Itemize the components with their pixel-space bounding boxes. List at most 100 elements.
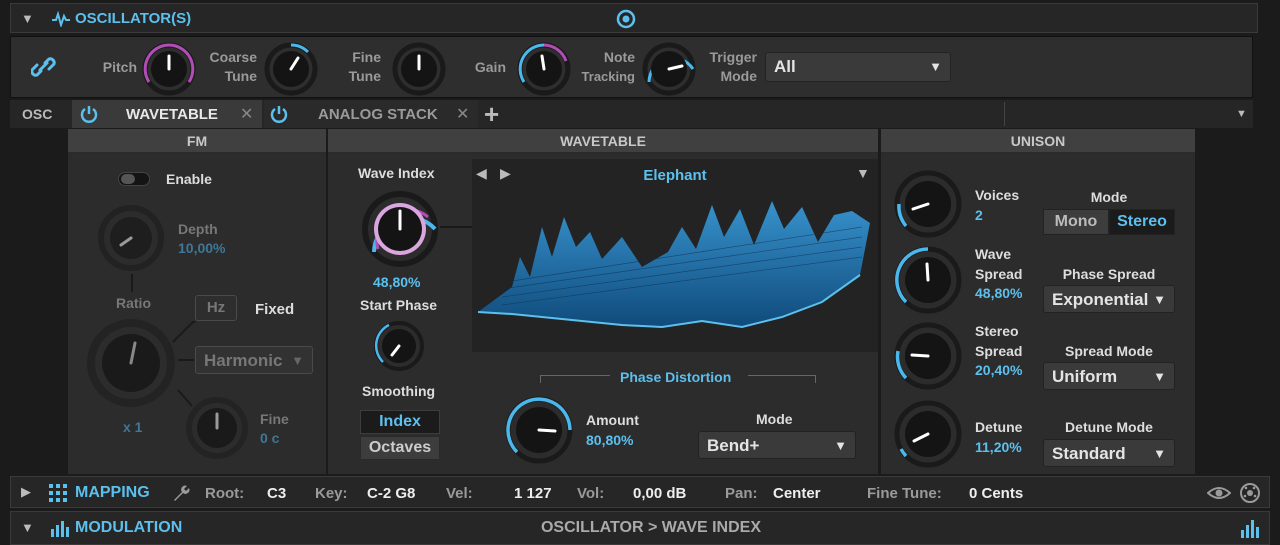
eye-icon[interactable]	[1207, 485, 1231, 501]
gain-label: Gain	[474, 59, 506, 75]
pd-amount-value: 80,80%	[586, 432, 634, 448]
wave-spread-knob[interactable]	[893, 245, 963, 315]
note-tracking-label: Note Tracking	[581, 49, 635, 84]
vol-value[interactable]: 0,00 dB	[633, 485, 686, 502]
collapse-triangle-icon[interactable]: ▼	[21, 11, 34, 26]
vel-value[interactable]: 1 127	[514, 485, 552, 502]
fm-connector-line	[131, 274, 133, 292]
chevron-down-icon: ▼	[834, 438, 847, 453]
coarse-tune-knob[interactable]	[263, 41, 319, 97]
gain-knob[interactable]	[516, 41, 572, 97]
fine-tune-map-label: Fine Tune:	[867, 485, 942, 502]
prev-wavetable-icon[interactable]: ◀	[476, 165, 487, 182]
link-icon[interactable]	[31, 55, 57, 79]
fm-ratio-knob[interactable]	[86, 318, 176, 408]
fine-tune-label: Fine Tune	[348, 49, 381, 84]
close-icon[interactable]: ✕	[240, 104, 253, 124]
start-phase-label: Start Phase	[360, 297, 438, 313]
stereo-spread-knob[interactable]	[893, 321, 963, 391]
root-value[interactable]: C3	[267, 485, 286, 502]
fm-harmonic-dropdown[interactable]: Harmonic ▼	[195, 346, 313, 374]
fm-fine-knob[interactable]	[184, 395, 250, 461]
fine-tune-knob[interactable]	[391, 41, 447, 97]
collapse-triangle-icon[interactable]: ▼	[21, 520, 34, 535]
power-icon[interactable]	[80, 105, 98, 123]
fm-multiplier-value: x 1	[123, 419, 143, 435]
dial-icon[interactable]	[1239, 482, 1261, 504]
key-value[interactable]: C-2 G8	[367, 485, 415, 502]
close-icon[interactable]: ✕	[456, 104, 469, 124]
pitch-label: Pitch	[102, 59, 137, 75]
detune-mode-dropdown[interactable]: Standard ▼	[1043, 439, 1175, 467]
tabs-divider	[1004, 102, 1005, 126]
vol-label: Vol:	[577, 485, 605, 502]
modulation-title[interactable]: MODULATION	[75, 519, 182, 537]
tabs-menu-chevron-icon[interactable]: ▼	[1236, 108, 1247, 120]
detune-knob[interactable]	[893, 399, 963, 469]
voices-knob[interactable]	[893, 169, 963, 239]
waveform-icon	[52, 11, 70, 27]
mode-stereo-button[interactable]: Stereo	[1109, 209, 1175, 235]
mode-mono-button[interactable]: Mono	[1043, 209, 1109, 235]
phase-spread-dropdown[interactable]: Exponential ▼	[1043, 285, 1175, 313]
note-tracking-knob[interactable]	[641, 41, 697, 97]
trigger-mode-dropdown[interactable]: All ▼	[765, 52, 951, 82]
osc-tabs-bar: OSC WAVETABLE ✕ ANALOG STACK ✕ + ▼	[10, 99, 1253, 130]
voices-value: 2	[975, 207, 983, 223]
fm-enable-toggle[interactable]	[118, 172, 150, 186]
stereo-spread-label: Stereo Spread	[975, 323, 1023, 359]
fine-tune-map-value[interactable]: 0 Cents	[969, 485, 1023, 502]
smoothing-label: Smoothing	[362, 383, 436, 399]
pd-amount-label: Amount	[586, 412, 639, 428]
spread-mode-label: Spread Mode	[1065, 343, 1153, 359]
power-icon[interactable]	[270, 105, 288, 123]
smoothing-index-button[interactable]: Index	[360, 410, 440, 434]
chevron-down-icon: ▼	[1153, 369, 1166, 384]
tab-analog-stack[interactable]: ANALOG STACK ✕	[264, 100, 478, 128]
add-tab-button[interactable]: +	[484, 99, 499, 130]
fm-enable-label: Enable	[166, 171, 212, 187]
mapping-bar: ▶ MAPPING Root: C3 Key: C-2 G8 Vel: 1 12…	[10, 476, 1270, 508]
tab-wavetable[interactable]: WAVETABLE ✕	[72, 100, 262, 128]
pd-mode-dropdown[interactable]: Bend+ ▼	[698, 431, 856, 459]
wavetable-name[interactable]: Elephant	[622, 167, 728, 184]
chevron-down-icon: ▼	[1153, 446, 1166, 461]
target-icon[interactable]	[615, 8, 637, 30]
fm-hz-button[interactable]: Hz	[195, 295, 237, 321]
bars-icon[interactable]	[1241, 518, 1261, 538]
start-phase-knob[interactable]	[372, 319, 426, 373]
unison-header: UNISON	[881, 129, 1195, 153]
wavetable-header: WAVETABLE	[328, 129, 878, 153]
osc-label: OSC	[22, 106, 53, 122]
wrench-icon[interactable]	[171, 483, 191, 503]
smoothing-octaves-button[interactable]: Octaves	[360, 436, 440, 460]
voices-label: Voices	[975, 187, 1020, 203]
pitch-knob[interactable]	[141, 41, 197, 97]
root-label: Root:	[205, 485, 245, 502]
phase-spread-label: Phase Spread	[1062, 266, 1156, 282]
tab-analog-stack-label: ANALOG STACK	[318, 106, 438, 123]
fm-depth-knob[interactable]	[96, 203, 166, 273]
oscillator-title[interactable]: OSCILLATOR(S)	[75, 10, 191, 27]
spread-mode-dropdown[interactable]: Uniform ▼	[1043, 362, 1175, 390]
expand-triangle-icon[interactable]: ▶	[21, 484, 31, 500]
stereo-spread-value: 20,40%	[975, 362, 1023, 378]
fm-panel: FM Enable Depth 10,00% Ratio Hz Fixed Ha…	[68, 129, 326, 474]
oscillator-params-row: Pitch Coarse Tune Fine Tune Gain Note Track…	[10, 36, 1253, 98]
chevron-down-icon: ▼	[929, 59, 942, 74]
chevron-down-icon: ▼	[1153, 292, 1166, 307]
trigger-mode-label: Trigger Mode	[709, 49, 757, 84]
oscillator-header: ▼ OSCILLATOR(S)	[10, 3, 1258, 33]
pan-value[interactable]: Center	[773, 485, 821, 502]
pan-label: Pan:	[725, 485, 758, 502]
wavetable-display[interactable]: ◀ ▶ Elephant ▼	[472, 159, 878, 352]
detune-value: 11,20%	[975, 439, 1022, 455]
wave-index-knob[interactable]	[360, 189, 440, 269]
next-wavetable-icon[interactable]: ▶	[500, 165, 511, 182]
wavetable-menu-chevron-icon[interactable]: ▼	[856, 165, 870, 181]
mapping-title[interactable]: MAPPING	[75, 484, 150, 502]
detune-mode-label: Detune Mode	[1065, 419, 1153, 435]
pd-amount-knob[interactable]	[504, 395, 574, 465]
wave-spread-label: Wave Spread	[975, 246, 1023, 282]
phase-distortion-bracket-left	[540, 375, 610, 383]
